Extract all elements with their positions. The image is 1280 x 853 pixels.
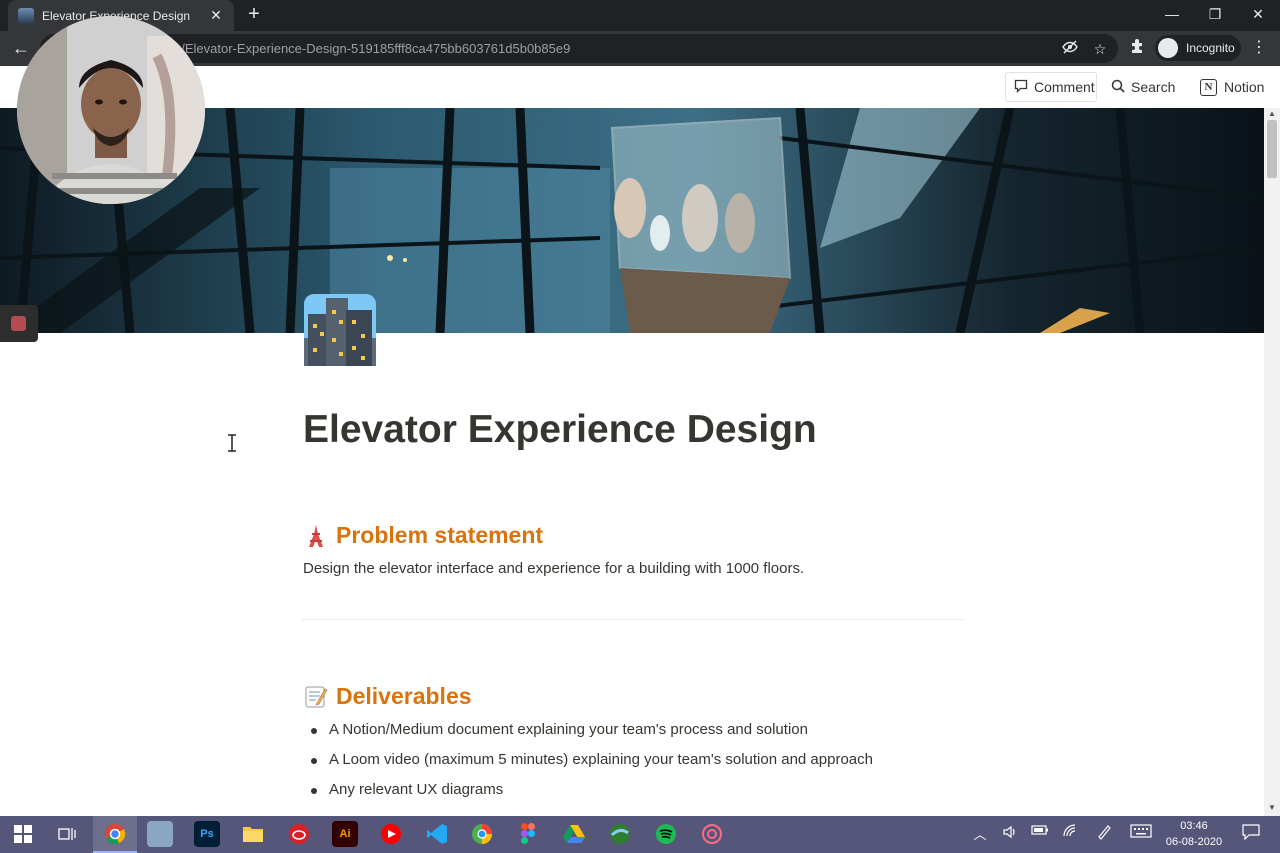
tab-close-icon[interactable]: ✕ bbox=[208, 7, 224, 24]
back-arrow-icon[interactable]: ← bbox=[10, 37, 32, 59]
pen-icon[interactable] bbox=[1094, 824, 1114, 843]
google-drive-taskbar-icon[interactable] bbox=[561, 821, 587, 847]
browser-toolbar: ← o/Elevator-Experience-Design-519185fff… bbox=[0, 31, 1280, 66]
recording-stop-button[interactable] bbox=[0, 305, 38, 342]
browser-tab-strip: Elevator Experience Design ✕ + — ❐ ✕ bbox=[0, 0, 1280, 31]
page-scrollbar[interactable]: ▲ ▼ bbox=[1264, 108, 1280, 816]
file-explorer-taskbar-icon[interactable] bbox=[240, 821, 266, 847]
list-item[interactable]: A Notion/Medium document explaining your… bbox=[303, 718, 1003, 748]
deliverables-heading[interactable]: Deliverables bbox=[304, 683, 472, 710]
window-close-button[interactable]: ✕ bbox=[1235, 0, 1280, 31]
windows-start-icon[interactable] bbox=[10, 821, 36, 847]
clock-date: 06-08-2020 bbox=[1165, 836, 1223, 848]
scroll-down-arrow-icon[interactable]: ▼ bbox=[1264, 802, 1280, 814]
restore-button[interactable]: ❐ bbox=[1192, 0, 1238, 31]
creative-cloud-taskbar-icon[interactable] bbox=[286, 821, 312, 847]
notion-logo-icon: N bbox=[1200, 78, 1217, 96]
extensions-puzzle-icon[interactable] bbox=[1127, 38, 1147, 58]
search-icon bbox=[1111, 79, 1125, 96]
divider bbox=[302, 619, 963, 620]
scrollbar-thumb[interactable] bbox=[1267, 120, 1277, 178]
memo-emoji-icon bbox=[304, 685, 328, 709]
illustrator-taskbar-icon[interactable]: Ai bbox=[332, 821, 358, 847]
problem-statement-heading[interactable]: Problem statement bbox=[304, 522, 543, 549]
city-buildings-page-icon[interactable] bbox=[304, 294, 376, 366]
deliverables-list: A Notion/Medium document explaining your… bbox=[303, 718, 1003, 808]
windows-taskbar: Ps Ai ︿ 03:46 06-08-2020 bbox=[0, 816, 1280, 853]
vscode-taskbar-icon[interactable] bbox=[424, 821, 450, 847]
browser-menu-icon[interactable]: ⋮ bbox=[1250, 37, 1268, 57]
address-bar[interactable]: o/Elevator-Experience-Design-519185fff8c… bbox=[40, 34, 1118, 63]
search-label: Search bbox=[1131, 79, 1176, 95]
url-text[interactable]: o/Elevator-Experience-Design-519185fff8c… bbox=[174, 41, 570, 56]
google-earth-taskbar-icon[interactable] bbox=[607, 821, 633, 847]
scroll-up-arrow-icon[interactable]: ▲ bbox=[1264, 108, 1280, 120]
chrome-alt-taskbar-icon[interactable] bbox=[469, 821, 495, 847]
search-button[interactable]: Search bbox=[1111, 72, 1175, 102]
text-cursor-icon bbox=[226, 434, 238, 452]
tower-emoji-icon bbox=[304, 524, 328, 548]
incognito-profile-button[interactable]: Incognito bbox=[1155, 35, 1241, 61]
photos-taskbar-icon[interactable] bbox=[147, 821, 173, 847]
problem-statement-text[interactable]: Design the elevator interface and experi… bbox=[303, 560, 804, 577]
comment-button[interactable]: Comment bbox=[1005, 72, 1097, 102]
clock-time: 03:46 bbox=[1180, 820, 1208, 832]
eye-off-icon[interactable] bbox=[1060, 39, 1080, 59]
system-clock[interactable]: 03:46 06-08-2020 bbox=[1162, 818, 1226, 850]
app-taskbar-icon[interactable] bbox=[699, 821, 725, 847]
deliverables-label: Deliverables bbox=[336, 683, 472, 709]
youtube-taskbar-icon[interactable] bbox=[378, 821, 404, 847]
volume-icon[interactable] bbox=[1000, 824, 1020, 843]
notion-button[interactable]: N Notion bbox=[1200, 72, 1264, 102]
list-item[interactable]: A Loom video (maximum 5 minutes) explain… bbox=[303, 748, 1003, 778]
incognito-icon bbox=[1158, 38, 1178, 58]
stop-square-icon bbox=[11, 316, 26, 331]
new-tab-button[interactable]: + bbox=[243, 4, 265, 26]
keyboard-icon[interactable] bbox=[1130, 824, 1152, 841]
tray-chevron-up-icon[interactable]: ︿ bbox=[970, 824, 990, 843]
problem-statement-label: Problem statement bbox=[336, 522, 544, 548]
chrome-taskbar-icon[interactable] bbox=[93, 816, 137, 853]
minimize-button[interactable]: — bbox=[1149, 0, 1195, 31]
profile-label: Incognito bbox=[1186, 41, 1235, 55]
battery-icon[interactable] bbox=[1030, 824, 1050, 839]
page-favicon-icon bbox=[18, 7, 34, 24]
comment-icon bbox=[1014, 79, 1028, 96]
spotify-taskbar-icon[interactable] bbox=[653, 821, 679, 847]
task-view-icon[interactable] bbox=[54, 821, 80, 847]
photoshop-taskbar-icon[interactable]: Ps bbox=[194, 821, 220, 847]
bookmark-star-icon[interactable]: ☆ bbox=[1090, 39, 1110, 59]
notifications-icon[interactable] bbox=[1240, 824, 1262, 843]
notion-label: Notion bbox=[1224, 79, 1265, 95]
webcam-overlay bbox=[17, 16, 205, 204]
figma-taskbar-icon[interactable] bbox=[515, 821, 541, 847]
wifi-icon[interactable] bbox=[1061, 824, 1081, 841]
page-title[interactable]: Elevator Experience Design bbox=[303, 408, 817, 452]
list-item[interactable]: Any relevant UX diagrams bbox=[303, 778, 1003, 808]
comment-label: Comment bbox=[1034, 79, 1095, 95]
